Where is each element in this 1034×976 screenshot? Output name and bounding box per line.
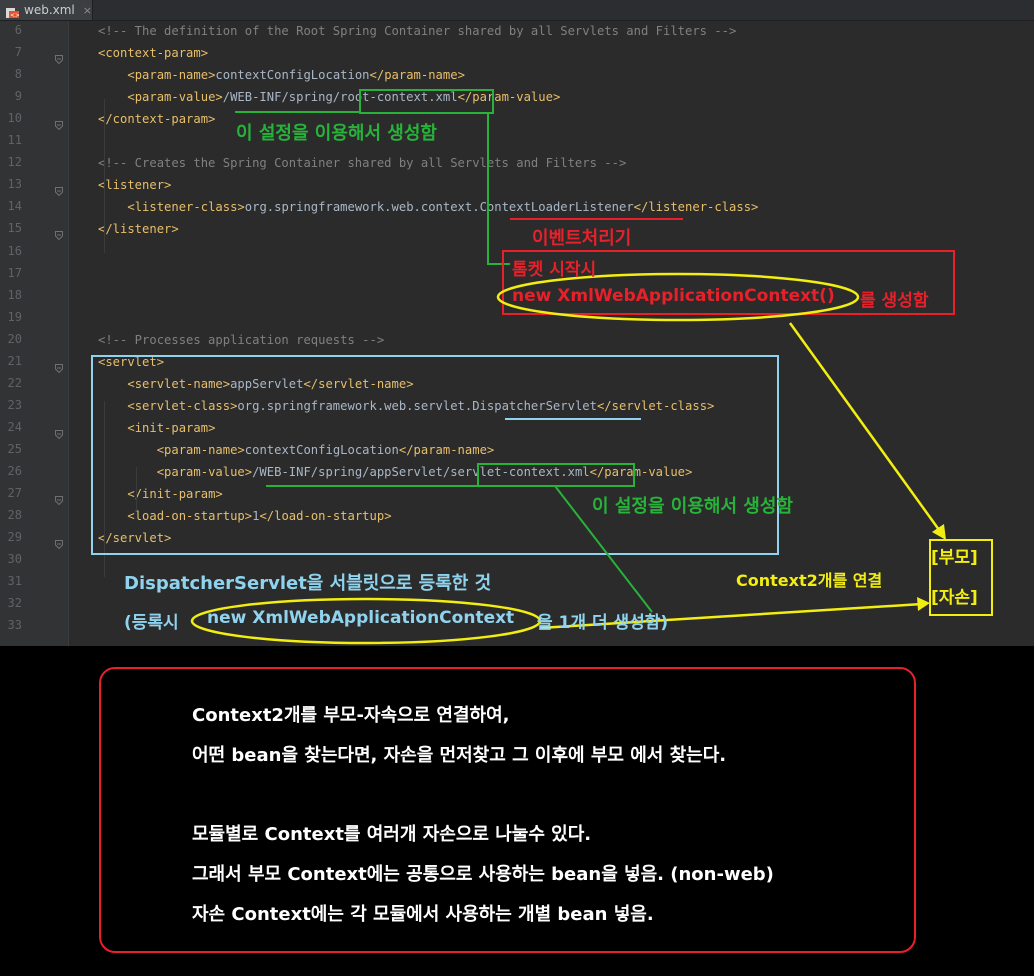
dispatcher-registered-label: DispatcherServlet을 서블릿으로 등록한 것 bbox=[124, 573, 492, 594]
note-line-1: Context2개를 부모-자속으로 연결하여, bbox=[192, 705, 510, 726]
register-prefix-label: (등록시 bbox=[124, 613, 179, 633]
parent-arrow-head bbox=[932, 524, 946, 540]
note-line-5: 자손 Context에는 각 모듈에서 사용하는 개별 bean 넣음. bbox=[192, 904, 654, 925]
child-label: [자손] bbox=[931, 588, 978, 608]
note-line-4: 그래서 부모 Context에는 공통으로 사용하는 bean을 넣음. (no… bbox=[192, 864, 774, 885]
new-root-context-label: new XmlWebApplicationContext() bbox=[512, 286, 835, 306]
connect-two-label: Context2개를 연결 bbox=[736, 571, 883, 590]
child-arrow-head bbox=[917, 597, 930, 611]
new-servlet-context-label: new XmlWebApplicationContext bbox=[207, 608, 515, 628]
green-connector-line bbox=[487, 113, 510, 265]
servlet-block-box bbox=[91, 355, 779, 555]
servlet-context-highlight-box bbox=[477, 463, 635, 487]
note-line-2: 어떤 bean을 찾는다면, 자손을 먼저찾고 그 이후에 부모 에서 찾는다. bbox=[192, 745, 727, 766]
servlet-config-note: 이 설정을 이용해서 생성함 bbox=[592, 496, 793, 517]
parent-arrow-line bbox=[788, 322, 944, 535]
note-line-3: 모듈별로 Context를 여러개 자손으로 나눌수 있다. bbox=[192, 824, 592, 845]
root-context-highlight-box bbox=[359, 89, 494, 114]
event-processor-label: 이벤트처리기 bbox=[532, 228, 632, 249]
create-suffix-label: 를 생성함 bbox=[860, 291, 929, 311]
root-config-note: 이 설정을 이용해서 생성함 bbox=[236, 123, 437, 144]
parent-label: [부모] bbox=[931, 548, 978, 568]
tomcat-start-label: 톰켓 시작시 bbox=[512, 260, 597, 280]
register-suffix-label: 을 1개 더 생성함) bbox=[537, 613, 669, 633]
